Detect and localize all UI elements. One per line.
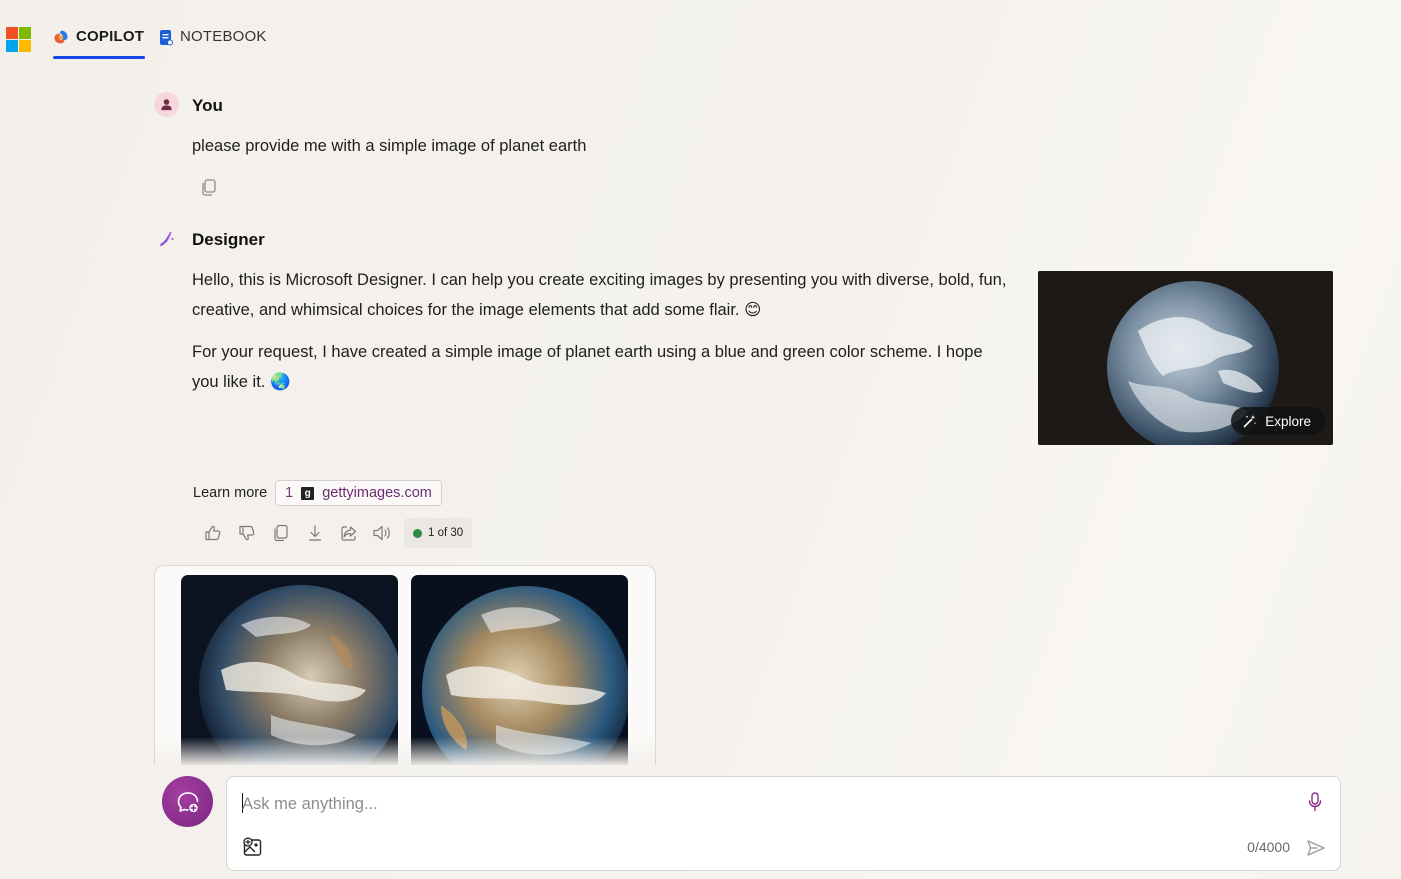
tab-notebook[interactable]: NOTEBOOK xyxy=(159,24,267,60)
designer-sender-name: Designer xyxy=(192,230,265,249)
download-button[interactable] xyxy=(298,518,332,548)
new-topic-icon xyxy=(177,791,198,812)
copy-button[interactable] xyxy=(198,176,220,198)
copilot-icon xyxy=(53,29,69,49)
designer-paragraph-1-text: Hello, this is Microsoft Designer. I can… xyxy=(192,271,1007,319)
read-aloud-button[interactable] xyxy=(366,518,400,548)
speaker-icon xyxy=(373,525,390,541)
generated-image-preview[interactable]: Explore xyxy=(1038,271,1333,445)
designer-icon xyxy=(158,230,176,248)
copy-icon xyxy=(274,524,288,542)
source-domain: gettyimages.com xyxy=(322,485,432,501)
user-message-text: please provide me with a simple image of… xyxy=(192,137,587,155)
copy-icon xyxy=(202,178,216,196)
thumbs-down-icon xyxy=(239,525,255,541)
source-number: 1 xyxy=(285,485,294,501)
explore-button[interactable]: Explore xyxy=(1231,407,1325,435)
share-icon xyxy=(341,526,357,541)
learn-more-label: Learn more xyxy=(193,485,268,501)
microphone-button[interactable] xyxy=(1304,790,1326,814)
new-topic-button[interactable] xyxy=(162,776,213,827)
globe-emoji-icon: 🌏 xyxy=(269,373,291,391)
microsoft-logo xyxy=(6,27,31,52)
magic-wand-icon xyxy=(1243,415,1257,428)
send-button[interactable] xyxy=(1304,837,1328,859)
tab-copilot[interactable]: COPILOT xyxy=(53,24,145,60)
designer-paragraph-2: For your request, I have created a simpl… xyxy=(192,337,1007,397)
add-image-button[interactable] xyxy=(242,836,264,858)
gallery-fade xyxy=(155,737,655,765)
response-actions: 1 of 30 xyxy=(196,518,473,548)
microphone-icon xyxy=(1308,792,1322,812)
image-gallery xyxy=(154,565,656,765)
send-icon xyxy=(1307,840,1325,856)
user-icon xyxy=(161,99,172,111)
designer-paragraph-2-text: For your request, I have created a simpl… xyxy=(192,343,983,391)
download-icon xyxy=(308,525,322,541)
share-button[interactable] xyxy=(332,518,366,548)
copy-response-button[interactable] xyxy=(264,518,298,548)
smile-emoji-icon: 😊 xyxy=(744,301,762,319)
response-counter: 1 of 30 xyxy=(404,518,473,548)
character-counter: 0/4000 xyxy=(1247,839,1290,855)
user-sender-name: You xyxy=(192,96,223,115)
image-add-icon xyxy=(243,837,262,856)
user-avatar xyxy=(154,92,179,117)
source-link-gettyimages[interactable]: 1 g gettyimages.com xyxy=(275,480,442,506)
response-counter-text: 1 of 30 xyxy=(428,527,464,539)
notebook-icon xyxy=(159,29,173,50)
explore-label: Explore xyxy=(1265,413,1311,429)
thumbs-up-button[interactable] xyxy=(196,518,230,548)
tab-notebook-label: NOTEBOOK xyxy=(180,28,267,45)
tab-copilot-label: COPILOT xyxy=(76,28,145,45)
status-dot-icon xyxy=(413,528,422,538)
chat-input[interactable] xyxy=(242,791,1292,817)
gettyimages-favicon-icon: g xyxy=(301,486,315,500)
thumbs-up-icon xyxy=(205,525,221,541)
designer-paragraph-1: Hello, this is Microsoft Designer. I can… xyxy=(192,265,1007,325)
learn-more: Learn more 1 g gettyimages.com xyxy=(193,480,442,506)
chat-composer: 0/4000 xyxy=(226,776,1341,871)
thumbs-down-button[interactable] xyxy=(230,518,264,548)
